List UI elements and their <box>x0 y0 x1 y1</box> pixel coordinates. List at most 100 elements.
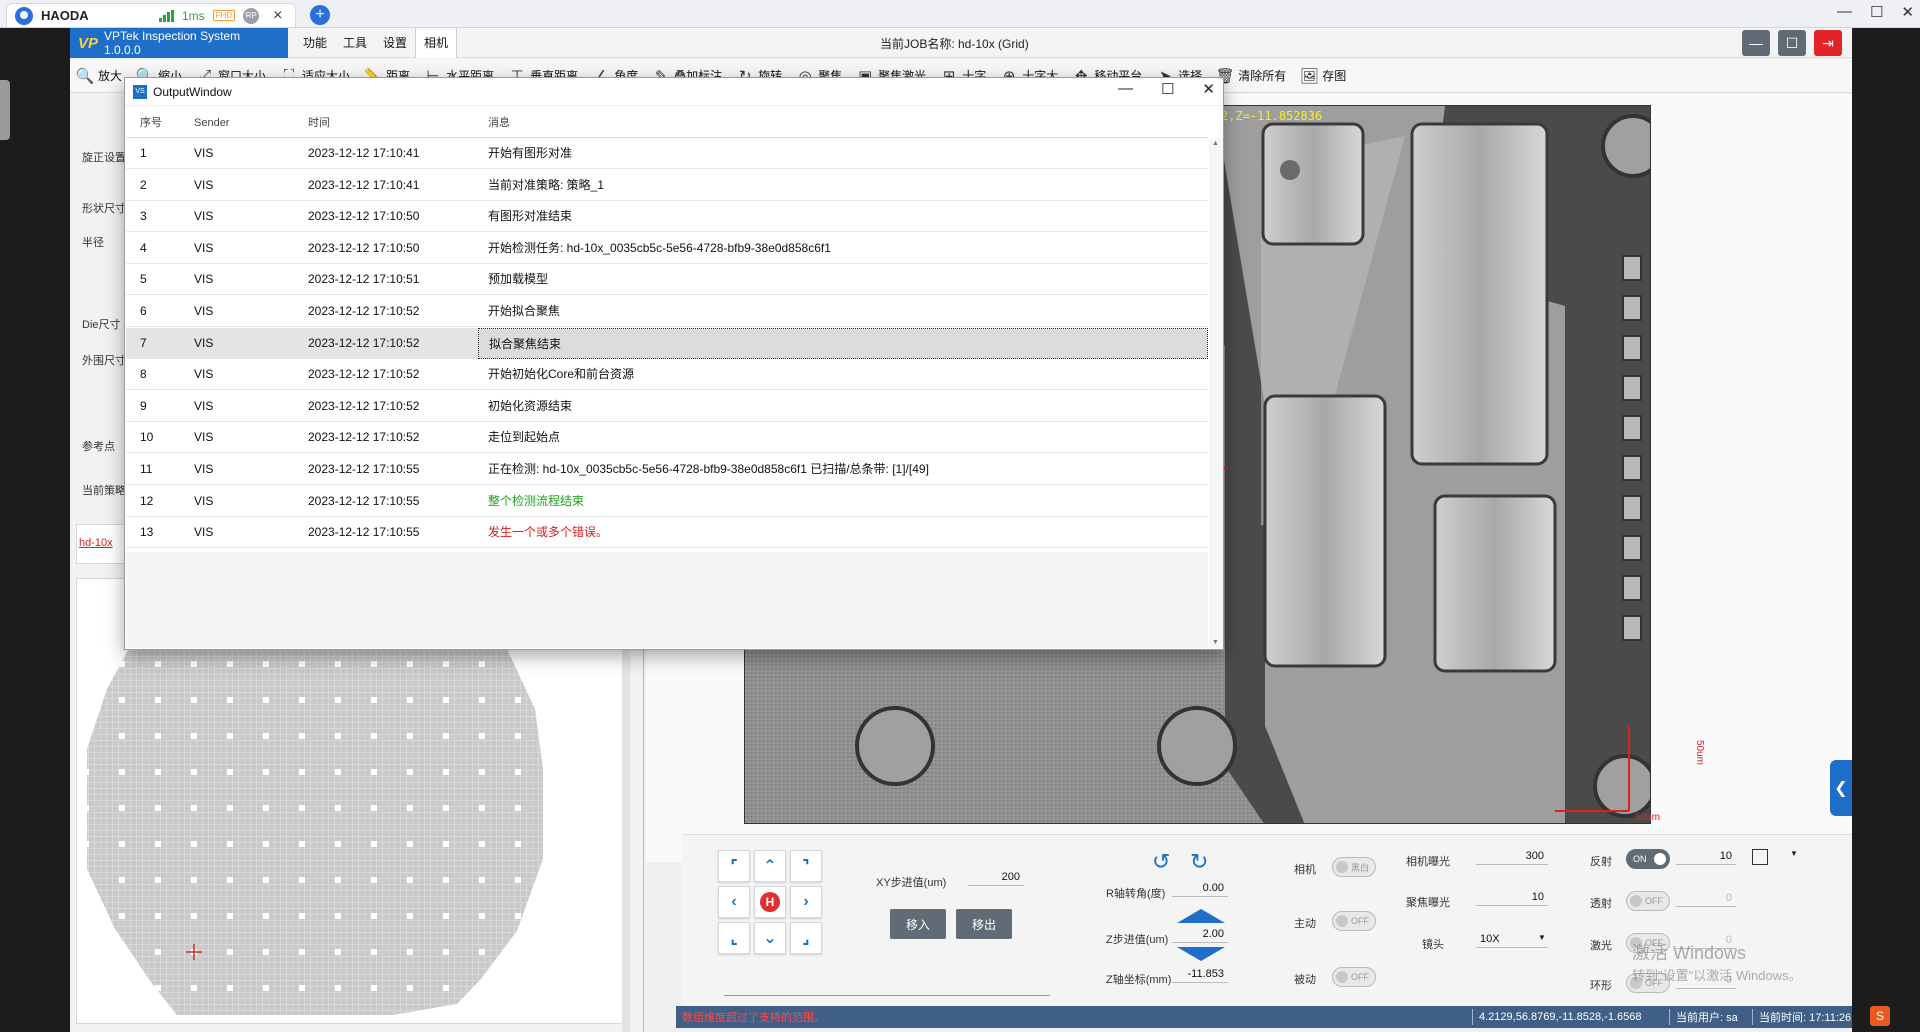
col-time[interactable]: 时间 <box>308 108 458 138</box>
exposure-label: 相机曝光 <box>1406 856 1450 868</box>
job-link[interactable]: hd-10x <box>79 537 113 549</box>
ow-close-icon[interactable]: ✕ <box>1202 80 1215 98</box>
col-seq[interactable]: 序号 <box>140 108 190 138</box>
rp-badge[interactable]: RP <box>243 7 260 24</box>
menu-function[interactable]: 功能 <box>295 28 335 58</box>
move-out-button[interactable]: 移出 <box>956 909 1012 939</box>
table-row[interactable]: 1 VIS 2023-12-12 17:10:41 开始有图形对准 <box>126 138 1208 169</box>
table-row[interactable]: 11 VIS 2023-12-12 17:10:55 正在检测: hd-10x_003… <box>126 454 1208 485</box>
cell-seq: 4 <box>140 240 147 255</box>
table-row[interactable]: 10 VIS 2023-12-12 17:10:52 走位到起始点 <box>126 422 1208 454</box>
jog-left-button[interactable]: ‹ <box>718 886 750 918</box>
table-row[interactable]: 12 VIS 2023-12-12 17:10:55 整个检测流程结束 <box>126 486 1208 517</box>
ow-minimize-icon[interactable]: — <box>1118 80 1133 98</box>
move-in-button[interactable]: 移入 <box>890 909 946 939</box>
jog-up-left-button[interactable]: ⌜ <box>718 850 750 882</box>
toolbar-button-trash[interactable]: 🗑 清除所有 <box>1216 67 1287 85</box>
table-row[interactable]: 4 VIS 2023-12-12 17:10:50 开始检测任务: hd-10x_00… <box>126 233 1208 264</box>
cell-sender: VIS <box>194 430 214 445</box>
reflect-input[interactable]: 10 <box>1676 850 1736 865</box>
col-sender[interactable]: Sender <box>194 108 284 138</box>
z-step-input[interactable]: 2.00 <box>1172 928 1228 943</box>
divider <box>1669 1009 1670 1025</box>
passive-toggle[interactable]: OFF <box>1332 967 1376 987</box>
cell-message: 开始检测任务: hd-10x_0035cb5c-5e56-4728-bfb9-3… <box>488 240 831 255</box>
table-row[interactable]: 2 VIS 2023-12-12 17:10:41 当前对准策略: 策略_1 <box>126 170 1208 201</box>
toolbar-button-zoom-in[interactable]: 🔍 放大 <box>76 67 122 85</box>
table-row[interactable]: 13 VIS 2023-12-12 17:10:55 发生一个或多个错误。 <box>126 517 1208 549</box>
reflect-toggle[interactable]: ON <box>1626 849 1670 869</box>
cell-message: 开始有图形对准 <box>488 146 573 160</box>
table-row[interactable]: 6 VIS 2023-12-12 17:10:52 开始拟合聚焦 <box>126 296 1208 327</box>
jog-up-button[interactable]: ⌃ <box>754 850 786 882</box>
toolbar-button-image-save[interactable]: 🖼 存图 <box>1300 67 1347 85</box>
activation-watermark-title: 激活 Windows <box>1632 943 1747 963</box>
app-minimize-button[interactable]: — <box>1742 30 1770 56</box>
divider <box>1752 1009 1753 1025</box>
active-toggle[interactable]: OFF <box>1332 911 1376 931</box>
jog-home-button[interactable]: H <box>754 886 786 918</box>
log-scrollbar[interactable]: ▲ ▼ <box>1209 138 1223 648</box>
quality-badge[interactable]: FHD <box>212 10 236 21</box>
cell-time: 2023-12-12 17:10:50 <box>308 240 420 255</box>
rotate-ccw-button[interactable]: ↺ <box>1152 849 1170 875</box>
status-message: 数组维度超过了支持的范围。 <box>682 1012 825 1024</box>
input-method-icon[interactable]: S <box>1870 1006 1890 1026</box>
cell-sender: VIS <box>194 493 214 508</box>
menu-tools[interactable]: 工具 <box>335 28 375 58</box>
rotate-cw-button[interactable]: ↻ <box>1190 849 1208 875</box>
cell-time: 2023-12-12 17:10:52 <box>308 430 420 445</box>
jog-up-right-button[interactable]: ⌝ <box>790 850 822 882</box>
cell-message: 开始初始化Core和前台资源 <box>488 367 635 382</box>
focus-exposure-input[interactable]: 10 <box>1476 891 1548 906</box>
app-maximize-button[interactable]: ☐ <box>1778 30 1806 56</box>
status-coordinates: 4.2129,56.8769,-11.8528,-1.6568 <box>1479 1011 1642 1023</box>
side-drawer-handle[interactable] <box>0 80 10 140</box>
minimize-icon[interactable]: — <box>1837 3 1852 21</box>
table-row[interactable]: 8 VIS 2023-12-12 17:10:52 开始初始化Core和前台资源 <box>126 359 1208 391</box>
table-row[interactable]: 7 VIS 2023-12-12 17:10:52 拟合聚焦结束 <box>126 327 1208 359</box>
table-row[interactable]: 3 VIS 2023-12-12 17:10:50 有图形对准结束 <box>126 201 1208 233</box>
label-reference-point: 参考点 <box>82 441 115 453</box>
jog-down-right-button[interactable]: ⌟ <box>790 922 822 954</box>
activation-watermark-text: 转到"设置"以激活 Windows。 <box>1632 968 1802 983</box>
maximize-icon[interactable]: ☐ <box>1870 3 1883 21</box>
lens-dropdown-icon[interactable]: ▼ <box>1538 933 1546 942</box>
transmit-toggle[interactable]: OFF <box>1626 891 1670 911</box>
camera-mode-toggle[interactable]: 黑白 <box>1332 857 1376 877</box>
color-dropdown-icon[interactable]: ▼ <box>1790 849 1798 858</box>
table-row[interactable]: 9 VIS 2023-12-12 17:10:52 初始化资源结束 <box>126 391 1208 422</box>
z-down-button[interactable] <box>1177 947 1225 961</box>
z-step-label: Z步进值(um) <box>1106 934 1169 946</box>
scroll-down-icon[interactable]: ▼ <box>1212 639 1219 646</box>
table-row[interactable]: 5 VIS 2023-12-12 17:10:51 预加载模型 <box>126 264 1208 296</box>
remote-session-tab[interactable]: HAODA 1ms FHD RP × <box>6 3 296 27</box>
remote-session-name: HAODA <box>41 8 89 23</box>
exposure-input[interactable]: 300 <box>1476 850 1548 865</box>
jog-right-button[interactable]: › <box>790 886 822 918</box>
transmit-input[interactable]: 0 <box>1676 892 1736 907</box>
z-up-button[interactable] <box>1177 909 1225 923</box>
add-session-button[interactable]: + <box>310 5 330 25</box>
job-title: 当前JOB名称: hd-10x (Grid) <box>880 37 1029 51</box>
r-angle-input[interactable]: 0.00 <box>1172 882 1228 897</box>
xy-step-input[interactable]: 200 <box>968 871 1024 886</box>
col-message[interactable]: 消息 <box>478 108 1208 138</box>
scroll-up-icon[interactable]: ▲ <box>1212 140 1219 147</box>
cell-sender: VIS <box>194 525 214 540</box>
output-window-titlebar[interactable]: VS OutputWindow <box>125 78 1223 106</box>
jog-down-button[interactable]: ⌄ <box>754 922 786 954</box>
color-select[interactable] <box>1752 849 1768 865</box>
close-icon[interactable]: ✕ <box>1901 3 1914 21</box>
collapse-panel-button[interactable]: ❮ <box>1830 760 1852 816</box>
menu-camera[interactable]: 相机 <box>415 28 458 58</box>
output-window-title: OutputWindow <box>153 84 232 99</box>
jog-down-left-button[interactable]: ⌞ <box>718 922 750 954</box>
app-exit-button[interactable]: ⇥ <box>1814 30 1842 56</box>
ow-maximize-icon[interactable]: ☐ <box>1161 80 1174 98</box>
remote-window-controls: — ☐ ✕ <box>1837 3 1914 21</box>
remote-logo-icon <box>15 6 33 25</box>
close-tab-icon[interactable]: × <box>273 7 282 25</box>
menu-settings[interactable]: 设置 <box>375 28 415 58</box>
cell-time: 2023-12-12 17:10:55 <box>308 462 420 476</box>
